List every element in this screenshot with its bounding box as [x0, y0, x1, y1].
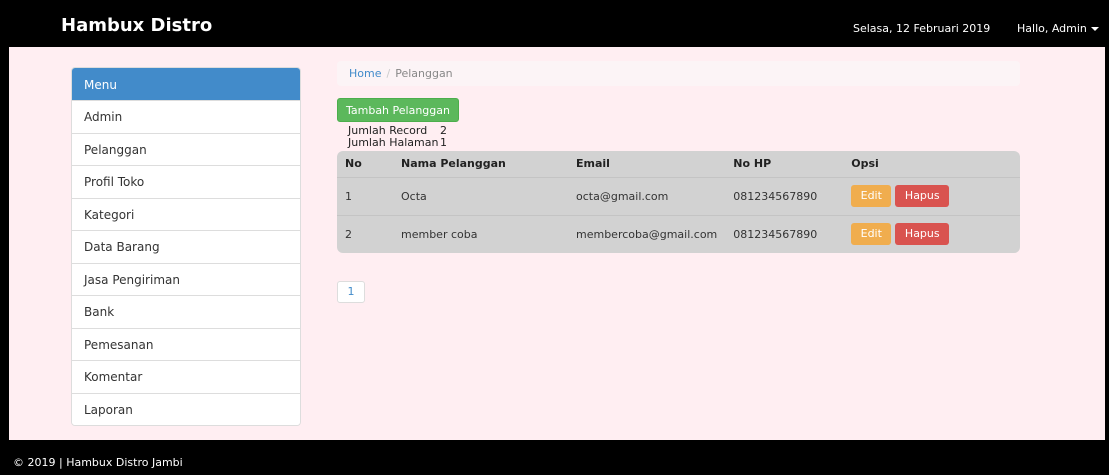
- footer: © 2019 | Hambux Distro Jambi: [9, 440, 1105, 475]
- cell-no: 1: [337, 176, 393, 215]
- sidebar-item-pelanggan[interactable]: Pelanggan: [72, 132, 300, 165]
- delete-button[interactable]: Hapus: [895, 223, 950, 246]
- current-date: Selasa, 12 Februari 2019: [853, 22, 991, 35]
- cell-email: membercoba@gmail.com: [568, 214, 726, 253]
- page-count-value: 1: [440, 136, 447, 149]
- page-count-label: Jumlah Halaman: [348, 136, 439, 149]
- cell-options: Edit Hapus: [843, 214, 1020, 253]
- sidebar-item-data-barang[interactable]: Data Barang: [72, 230, 300, 263]
- sidebar-item-kategori[interactable]: Kategori: [72, 197, 300, 230]
- breadcrumb-current: Pelanggan: [395, 67, 453, 80]
- cell-options: Edit Hapus: [843, 176, 1020, 215]
- breadcrumb-home-link[interactable]: Home: [349, 67, 381, 80]
- sidebar-item-pemesanan[interactable]: Pemesanan: [72, 327, 300, 360]
- user-greeting: Hallo, Admin: [1017, 22, 1087, 35]
- cell-name: member coba: [393, 214, 568, 253]
- cell-no: 2: [337, 214, 393, 253]
- cell-phone: 081234567890: [725, 214, 844, 253]
- breadcrumb-separator: /: [386, 67, 391, 80]
- table-header-row: No Nama Pelanggan Email No HP Opsi: [337, 151, 1020, 177]
- edit-button[interactable]: Edit: [851, 185, 892, 207]
- customer-table: No Nama Pelanggan Email No HP Opsi 1 Oct…: [337, 151, 1020, 253]
- column-header-no: No: [345, 157, 362, 171]
- brand-title[interactable]: Hambux Distro: [61, 15, 212, 36]
- top-navbar: Hambux Distro Selasa, 12 Februari 2019 H…: [9, 9, 1105, 47]
- breadcrumb: Home / Pelanggan: [337, 61, 1020, 86]
- sidebar-menu: Menu Admin Pelanggan Profil Toko Kategor…: [71, 67, 301, 426]
- add-customer-button[interactable]: Tambah Pelanggan: [337, 98, 459, 122]
- cell-email: octa@gmail.com: [568, 176, 726, 215]
- record-info: Jumlah Record 2 Jumlah Halaman 1: [348, 125, 447, 149]
- user-menu-dropdown[interactable]: Hallo, Admin: [1017, 22, 1099, 35]
- column-header-options: Opsi: [851, 157, 879, 171]
- sidebar-item-admin[interactable]: Admin: [72, 100, 300, 133]
- sidebar-item-jasa-pengiriman[interactable]: Jasa Pengiriman: [72, 262, 300, 295]
- sidebar-item-komentar[interactable]: Komentar: [72, 360, 300, 393]
- footer-copyright: © 2019 | Hambux Distro Jambi: [13, 456, 183, 469]
- column-header-phone: No HP: [733, 157, 772, 171]
- table-row: 1 Octa octa@gmail.com 081234567890 Edit H…: [337, 176, 1020, 215]
- caret-down-icon: [1090, 27, 1099, 31]
- sidebar-item-laporan[interactable]: Laporan: [72, 392, 300, 425]
- column-header-email: Email: [576, 157, 610, 171]
- edit-button[interactable]: Edit: [851, 223, 892, 246]
- cell-name: Octa: [393, 176, 568, 215]
- table-row: 2 member coba membercoba@gmail.com 08123…: [337, 214, 1020, 253]
- sidebar-item-bank[interactable]: Bank: [72, 295, 300, 328]
- menu-header: Menu: [72, 68, 300, 100]
- delete-button[interactable]: Hapus: [895, 185, 950, 207]
- pagination-page-1[interactable]: 1: [337, 281, 365, 303]
- column-header-name: Nama Pelanggan: [401, 157, 506, 171]
- sidebar-item-profil-toko[interactable]: Profil Toko: [72, 165, 300, 198]
- cell-phone: 081234567890: [725, 176, 844, 215]
